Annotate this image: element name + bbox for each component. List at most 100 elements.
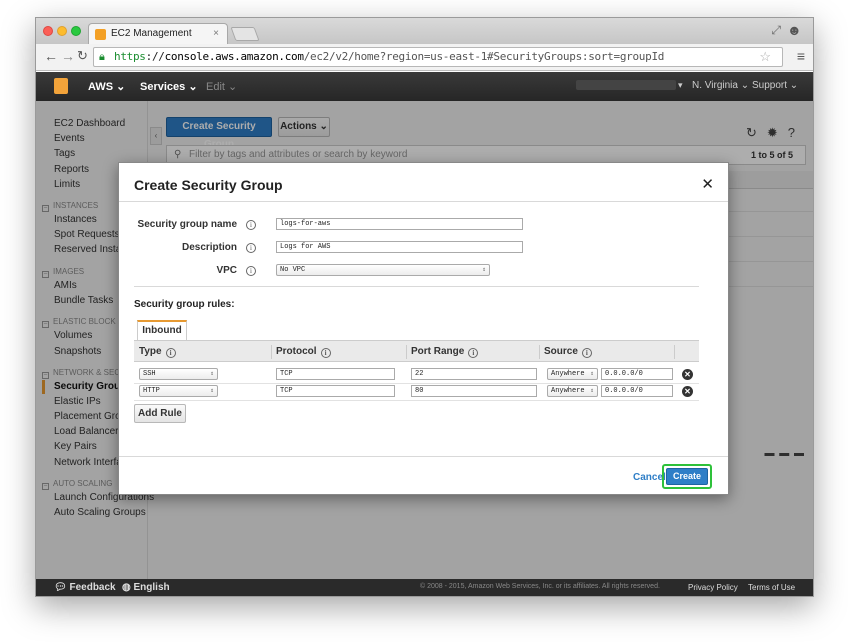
security-group-name-label: Security group name	[137, 219, 237, 230]
close-window-button[interactable]	[43, 26, 53, 36]
remove-rule-icon[interactable]: ✕	[682, 369, 693, 380]
support-menu[interactable]: Support ⌄	[752, 80, 798, 91]
browser-menu-icon[interactable]: ≡	[797, 48, 805, 64]
rule-type-value: HTTP	[143, 387, 160, 395]
bookmark-star-icon[interactable]: ☆	[759, 49, 771, 65]
column-label: Type	[139, 346, 162, 357]
select-arrows-icon: ⇕	[482, 266, 486, 273]
tab-strip: EC2 Management Console × ⤢ ☻	[36, 18, 813, 59]
column-separator	[271, 345, 272, 359]
select-arrows-icon: ⇕	[210, 370, 214, 377]
column-label: Port Range	[411, 346, 465, 357]
rule-row-divider	[134, 400, 699, 401]
select-arrows-icon: ⇕	[590, 387, 594, 394]
security-group-name-input[interactable]: logs-for-aws	[276, 218, 523, 230]
select-arrows-icon: ⇕	[210, 387, 214, 394]
lock-icon: 🔒︎	[99, 50, 105, 63]
divider	[134, 286, 699, 287]
info-icon[interactable]: i	[246, 266, 256, 276]
rules-table-header: Type i Protocol i Port Range i Source i	[134, 340, 699, 362]
edit-menu[interactable]: Edit ⌄	[206, 80, 237, 93]
rule-source-cidr-input[interactable]: 0.0.0.0/0	[601, 368, 673, 380]
copyright-text: © 2008 - 2015, Amazon Web Services, Inc.…	[420, 583, 660, 590]
reload-icon[interactable]: ↻	[77, 48, 88, 64]
rule-source-select[interactable]: Anywhere ⇕	[547, 368, 598, 380]
address-bar[interactable]: 🔒︎ https://console.aws.amazon.com/ec2/v2…	[93, 47, 783, 67]
info-icon[interactable]: i	[165, 348, 176, 358]
console-footer: 💬︎ Feedback ◍ English © 2008 - 2015, Ama…	[36, 579, 813, 596]
rule-row-divider	[134, 383, 699, 384]
create-security-group-dialog: Create Security Group ✕ Security group n…	[118, 162, 729, 495]
url-separator: ://	[145, 50, 165, 63]
info-icon[interactable]: i	[246, 243, 256, 253]
privacy-policy-link[interactable]: Privacy Policy	[688, 583, 738, 592]
zoom-window-button[interactable]	[71, 26, 81, 36]
tab-inbound[interactable]: Inbound	[137, 320, 187, 340]
rule-source-mode-value: Anywhere	[551, 370, 585, 378]
vpc-selected-value: No VPC	[280, 266, 306, 274]
create-button-highlight: Create	[662, 464, 712, 489]
url-path: /ec2/v2/home?region=us-east-1#SecurityGr…	[303, 50, 665, 63]
remove-rule-icon[interactable]: ✕	[682, 386, 693, 397]
info-icon[interactable]: i	[320, 348, 331, 358]
dialog-title: Create Security Group	[134, 177, 283, 193]
rule-port-range-input[interactable]: 22	[411, 368, 537, 380]
region-menu[interactable]: N. Virginia ⌄	[692, 80, 749, 91]
aws-menu[interactable]: AWS ⌄	[88, 80, 125, 93]
security-group-rules-heading: Security group rules:	[134, 299, 235, 310]
account-caret-icon[interactable]: ▾	[678, 80, 683, 91]
select-arrows-icon: ⇕	[590, 370, 594, 377]
new-tab-button[interactable]	[230, 27, 260, 41]
column-label: Source	[544, 346, 578, 357]
language-label: English	[133, 582, 170, 593]
browser-tab[interactable]: EC2 Management Console ×	[88, 23, 228, 59]
language-selector[interactable]: ◍ English	[122, 582, 170, 593]
description-input[interactable]: Logs for AWS	[276, 241, 523, 253]
minimize-window-button[interactable]	[57, 26, 67, 36]
column-protocol: Protocol i	[276, 346, 331, 358]
browser-toolbar: ← → ↻ 🔒︎ https://console.aws.amazon.com/…	[36, 44, 813, 71]
rule-source-mode-value: Anywhere	[551, 387, 585, 395]
extension-icon[interactable]: ⤢	[771, 23, 781, 38]
speech-bubble-icon: 💬︎	[54, 582, 70, 593]
rule-protocol-field: TCP	[276, 368, 395, 380]
vpc-select[interactable]: No VPC ⇕	[276, 264, 490, 276]
globe-icon: ◍	[122, 582, 134, 593]
back-arrow-icon[interactable]: ←	[44, 48, 58, 64]
services-menu[interactable]: Services ⌄	[140, 80, 198, 93]
column-separator	[539, 345, 540, 359]
rule-type-select[interactable]: SSH ⇕	[139, 368, 218, 380]
rule-protocol-field: TCP	[276, 385, 395, 397]
user-profile-icon[interactable]: ☻	[787, 22, 805, 40]
rule-source-select[interactable]: Anywhere ⇕	[547, 385, 598, 397]
vpc-label: VPC	[216, 265, 237, 276]
aws-cube-logo-icon[interactable]	[54, 78, 68, 94]
divider	[119, 201, 728, 202]
account-name-redacted[interactable]	[576, 80, 676, 90]
rule-port-range-input[interactable]: 80	[411, 385, 537, 397]
aws-navigation-bar: AWS ⌄ Services ⌄ Edit ⌄ ▾ N. Virginia ⌄ …	[36, 72, 813, 101]
info-icon[interactable]: i	[468, 348, 479, 358]
divider	[119, 456, 728, 457]
create-button[interactable]: Create	[666, 468, 708, 485]
close-tab-icon[interactable]: ×	[213, 24, 219, 44]
add-rule-button[interactable]: Add Rule	[134, 404, 186, 423]
aws-favicon-icon	[95, 29, 106, 40]
info-icon[interactable]: i	[581, 348, 592, 358]
terms-of-use-link[interactable]: Terms of Use	[748, 583, 795, 592]
feedback-link[interactable]: 💬︎ Feedback	[54, 582, 116, 593]
column-port-range: Port Range i	[411, 346, 479, 358]
column-source: Source i	[544, 346, 592, 358]
rule-type-value: SSH	[143, 370, 156, 378]
forward-arrow-icon[interactable]: →	[61, 48, 75, 64]
rule-source-cidr-input[interactable]: 0.0.0.0/0	[601, 385, 673, 397]
url-host: console.aws.amazon.com	[164, 50, 304, 63]
rule-type-select[interactable]: HTTP ⇕	[139, 385, 218, 397]
close-icon[interactable]: ✕	[701, 175, 714, 193]
column-separator	[406, 345, 407, 359]
description-label: Description	[181, 242, 237, 253]
info-icon[interactable]: i	[246, 220, 256, 230]
column-type: Type i	[139, 346, 176, 358]
column-label: Protocol	[276, 346, 317, 357]
cancel-button[interactable]: Cancel	[633, 472, 666, 483]
